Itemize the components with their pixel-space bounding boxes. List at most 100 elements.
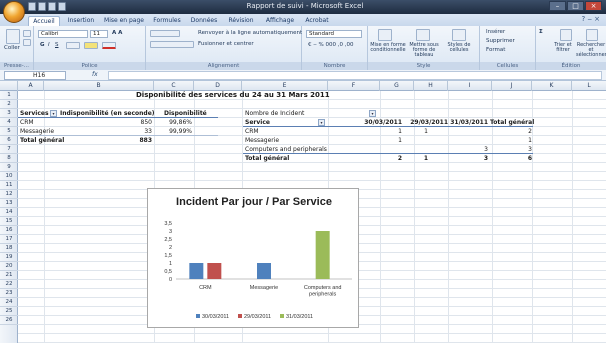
row-header[interactable]: 13 [0,199,18,208]
underline-button[interactable]: S [55,42,59,49]
row-header[interactable]: 10 [0,172,18,181]
minimize-icon[interactable]: – [549,1,566,11]
tab-insertion[interactable]: Insertion [64,16,98,26]
column-header[interactable]: K [532,81,572,91]
cell-styles-button[interactable]: Styles de cellules [444,43,474,53]
autosum-icon[interactable]: Σ [539,29,543,36]
tab-acrobat[interactable]: Acrobat [301,16,333,26]
row-header[interactable]: 7 [0,145,18,154]
close-icon[interactable]: × [585,1,602,11]
paste-button[interactable]: Coller [4,45,20,52]
column-header[interactable]: L [572,81,606,91]
row-header[interactable]: 8 [0,154,18,163]
row-header[interactable]: 12 [0,190,18,199]
row-header[interactable]: 15 [0,217,18,226]
y-tick-label: 1,5 [164,253,172,259]
formula-input[interactable] [108,71,602,80]
bold-button[interactable]: G [40,42,45,49]
row-header[interactable]: 4 [0,118,18,127]
cut-icon[interactable] [23,30,31,37]
format-table-icon[interactable] [416,29,430,41]
conditional-format-icon[interactable] [378,29,392,41]
grow-font-icon[interactable]: A A [112,30,122,37]
row-header[interactable]: 2 [0,100,18,109]
row-header[interactable]: 22 [0,280,18,289]
insert-function-icon[interactable]: fx [68,71,108,80]
column-header[interactable]: A [18,81,44,91]
paste-icon[interactable] [6,29,20,44]
row-header[interactable]: 6 [0,136,18,145]
name-box[interactable]: H16 [4,71,66,80]
column-header[interactable]: I [448,81,492,91]
column-header[interactable]: H [414,81,448,91]
align-top-icon[interactable] [150,30,180,37]
conditional-format-button[interactable]: Mise en forme conditionnelle [370,43,406,53]
maximize-icon[interactable]: □ [567,1,584,11]
column-header[interactable]: E [242,81,328,91]
format-button[interactable]: Format [486,47,505,54]
borders-icon[interactable] [66,42,80,49]
pivot-filter-icon[interactable]: ▾ [369,110,376,117]
row-header[interactable]: 18 [0,244,18,253]
tab-affichage[interactable]: Affichage [261,16,299,26]
number-format-select[interactable]: Standard [306,30,362,38]
align-left-icon[interactable] [150,41,194,48]
font-size-select[interactable]: 11 [90,30,108,38]
office-button[interactable] [3,1,25,23]
fill-color-icon[interactable] [84,42,98,49]
incident-chart[interactable]: Incident Par jour / Par Service 0 0,5 1 1,5… [147,188,359,328]
row-header[interactable]: 21 [0,271,18,280]
sort-filter-button[interactable]: Trier et filtrer [550,43,576,53]
wrap-text-button[interactable]: Renvoyer à la ligne automatiquement [198,30,302,37]
cell-styles-icon[interactable] [452,29,466,41]
column-header[interactable]: J [492,81,532,91]
row-header[interactable]: 1 [0,91,18,100]
row-header[interactable]: 3 [0,109,18,118]
column-header[interactable]: G [380,81,414,91]
percent-icon[interactable]: € ‒ % 000 ,0 ,00 [308,42,353,49]
tab-revision[interactable]: Révision [224,16,258,26]
tab-donnees[interactable]: Données [187,16,221,26]
customize-icon[interactable] [58,2,66,11]
insert-button[interactable]: Insérer [486,29,505,36]
tab-formules[interactable]: Formules [150,16,184,26]
row-header[interactable]: 9 [0,163,18,172]
format-table-button[interactable]: Mettre sous forme de tableau [406,43,442,58]
pivot-total-cell: 6 [527,155,532,162]
font-color-icon[interactable] [102,42,116,49]
row-header[interactable]: 20 [0,262,18,271]
undo-icon[interactable] [38,2,46,11]
row-header[interactable]: 19 [0,253,18,262]
select-all-corner[interactable] [0,81,18,91]
sort-filter-icon[interactable] [560,29,572,41]
tab-mise-en-page[interactable]: Mise en page [100,16,148,26]
row-header[interactable]: 11 [0,181,18,190]
tab-accueil[interactable]: Accueil [28,16,60,26]
redo-icon[interactable] [48,2,56,11]
find-select-button[interactable]: Rechercher et sélectionner [576,43,606,58]
row-header[interactable]: 5 [0,127,18,136]
copy-icon[interactable] [23,39,31,46]
filter-dropdown-icon[interactable]: ▾ [50,110,57,117]
row-header[interactable]: 17 [0,235,18,244]
column-header[interactable]: F [328,81,380,91]
row-header[interactable]: 23 [0,289,18,298]
pivot-total-cell: 1 [423,155,428,162]
row-header[interactable]: 14 [0,208,18,217]
find-icon[interactable] [586,29,598,41]
delete-button[interactable]: Supprimer [486,38,515,45]
row-header[interactable]: 16 [0,226,18,235]
column-header[interactable]: C [154,81,194,91]
row-header[interactable]: 25 [0,307,18,316]
row-header[interactable]: 26 [0,316,18,325]
merge-center-button[interactable]: Fusionner et centrer [198,41,254,48]
save-icon[interactable] [28,2,36,11]
pivot-row-dropdown-icon[interactable]: ▾ [318,119,325,126]
column-header[interactable]: D [194,81,242,91]
pivot-cell [404,136,428,145]
row-header[interactable]: 24 [0,298,18,307]
font-name-select[interactable]: Calibri [38,30,88,38]
italic-button[interactable]: I [48,42,50,49]
column-header[interactable]: B [44,81,154,91]
help-icon[interactable]: ? ‒ × [582,15,600,23]
